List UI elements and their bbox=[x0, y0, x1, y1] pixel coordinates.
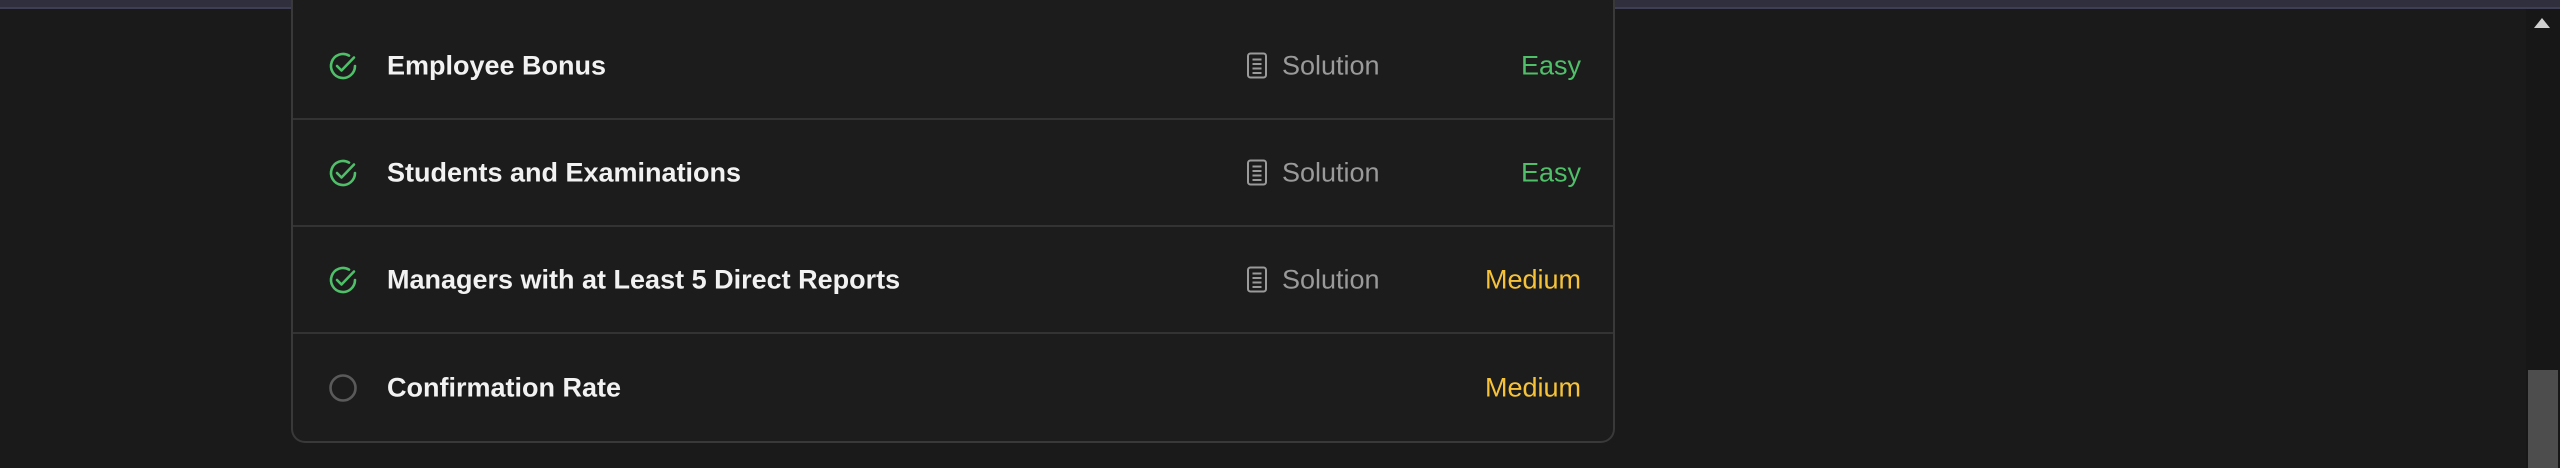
problem-title[interactable]: Confirmation Rate bbox=[387, 372, 621, 403]
difficulty-label: Medium bbox=[1484, 372, 1581, 402]
check-circle-icon bbox=[327, 50, 359, 82]
document-icon bbox=[1247, 266, 1267, 293]
solution-label: Solution bbox=[1282, 50, 1380, 80]
check-circle-icon bbox=[327, 264, 359, 296]
document-icon bbox=[1247, 159, 1267, 186]
problem-row[interactable]: Managers with at Least 5 Direct Reports … bbox=[293, 227, 1613, 334]
document-icon bbox=[1247, 52, 1267, 79]
problem-title[interactable]: Students and Examinations bbox=[387, 157, 741, 188]
solution-link[interactable]: Solution bbox=[1246, 50, 1380, 81]
difficulty-label: Easy bbox=[1520, 50, 1581, 80]
solution-label: Solution bbox=[1282, 264, 1380, 294]
check-circle-icon bbox=[327, 157, 359, 189]
solution-label: Solution bbox=[1282, 157, 1380, 187]
difficulty-label: Medium bbox=[1484, 264, 1581, 294]
problem-row[interactable]: Students and Examinations Solution Easy bbox=[293, 120, 1613, 227]
scroll-up-arrow-icon[interactable] bbox=[2534, 18, 2550, 28]
empty-circle-icon bbox=[327, 372, 359, 404]
difficulty-label: Easy bbox=[1520, 157, 1581, 187]
problem-title[interactable]: Employee Bonus bbox=[387, 50, 606, 81]
problem-row[interactable]: Employee Bonus Solution Easy bbox=[293, 13, 1613, 120]
solution-link[interactable]: Solution bbox=[1246, 157, 1380, 188]
solution-link[interactable]: Solution bbox=[1246, 264, 1380, 295]
scrollbar-thumb[interactable] bbox=[2528, 370, 2558, 468]
problem-title[interactable]: Managers with at Least 5 Direct Reports bbox=[387, 264, 900, 295]
problem-row[interactable]: Confirmation Rate Medium bbox=[293, 334, 1613, 441]
problem-list: Employee Bonus Solution Easy Students an… bbox=[291, 0, 1615, 443]
